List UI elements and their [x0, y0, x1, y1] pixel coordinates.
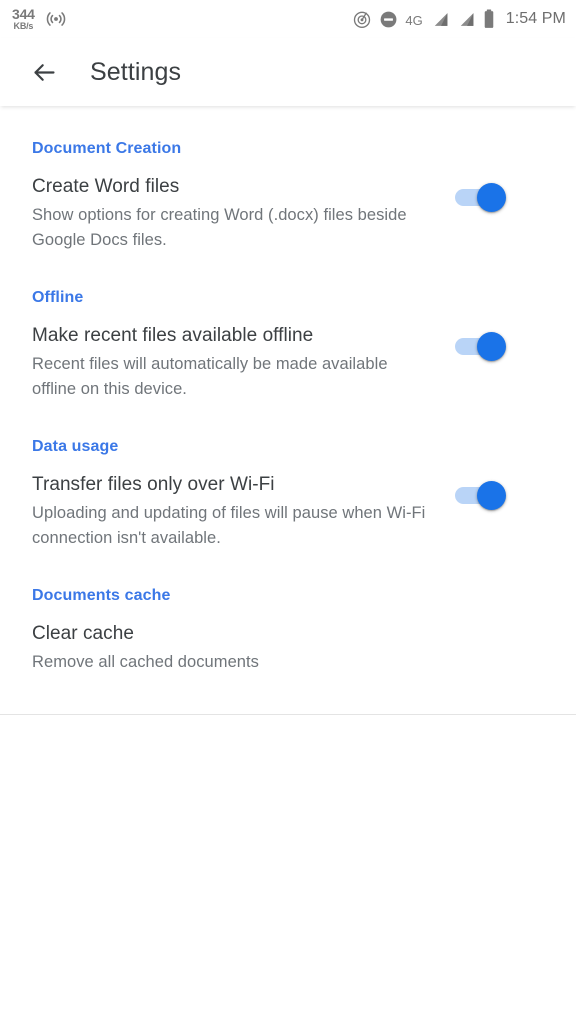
pref-text: Create Word files Show options for creat…	[32, 174, 452, 253]
network-speed-value: 344	[12, 6, 35, 22]
switch-thumb	[477, 183, 506, 212]
section-header-document-creation: Document Creation	[32, 140, 182, 157]
switch-create-word-files[interactable]	[452, 180, 508, 214]
network-type-label: 4G	[405, 13, 423, 28]
network-speed-unit: KB/s	[13, 21, 34, 31]
pref-text: Transfer files only over Wi-Fi Uploading…	[32, 472, 452, 551]
pref-summary: Recent files will automatically be made …	[32, 355, 388, 398]
pref-clear-cache[interactable]: Clear cache Remove all cached documents	[0, 611, 576, 689]
pref-summary: Uploading and updating of files will pau…	[32, 504, 426, 547]
settings-screen: 344 KB/s 4G 1:54 PM Settings Document Cr…	[0, 0, 576, 1024]
pref-title: Clear cache	[32, 623, 134, 644]
pref-title: Create Word files	[32, 176, 180, 197]
page-title: Settings	[90, 57, 182, 86]
network-speed-indicator: 344 KB/s	[12, 7, 35, 31]
switch-thumb	[477, 481, 506, 510]
signal-bars-icon	[430, 10, 449, 29]
pref-transfer-files-only-over-wifi[interactable]: Transfer files only over Wi-Fi Uploading…	[0, 462, 576, 565]
section-header-documents-cache: Documents cache	[32, 587, 171, 604]
section-header-offline: Offline	[32, 289, 84, 306]
switch-transfer-files-only-over-wifi[interactable]	[452, 478, 508, 512]
pref-summary: Remove all cached documents	[32, 653, 259, 671]
list-bottom-divider	[0, 714, 576, 715]
app-bar: Settings	[0, 38, 576, 106]
status-bar: 344 KB/s 4G 1:54 PM	[0, 0, 576, 38]
switch-thumb	[477, 332, 506, 361]
do-not-disturb-icon	[379, 10, 398, 29]
hotspot-icon	[352, 9, 372, 29]
settings-list: Document Creation Create Word files Show…	[0, 106, 576, 715]
pref-summary: Show options for creating Word (.docx) f…	[32, 206, 407, 249]
pref-text: Make recent files available offline Rece…	[32, 323, 452, 402]
broadcast-icon	[45, 8, 67, 30]
back-arrow-icon	[31, 59, 58, 86]
switch-make-recent-files-available-offline[interactable]	[452, 329, 508, 363]
pref-create-word-files[interactable]: Create Word files Show options for creat…	[0, 164, 576, 267]
status-bar-left: 344 KB/s	[12, 7, 67, 31]
pref-title: Make recent files available offline	[32, 325, 314, 346]
back-button[interactable]	[22, 50, 66, 94]
pref-make-recent-files-available-offline[interactable]: Make recent files available offline Rece…	[0, 313, 576, 416]
clock: 1:54 PM	[505, 10, 566, 27]
pref-title: Transfer files only over Wi-Fi	[32, 474, 275, 495]
signal-bars-icon	[456, 10, 475, 29]
battery-icon	[482, 9, 496, 29]
section-header-data-usage: Data usage	[32, 438, 119, 455]
status-bar-right: 4G 1:54 PM	[352, 9, 566, 29]
pref-text: Clear cache Remove all cached documents	[32, 621, 452, 675]
